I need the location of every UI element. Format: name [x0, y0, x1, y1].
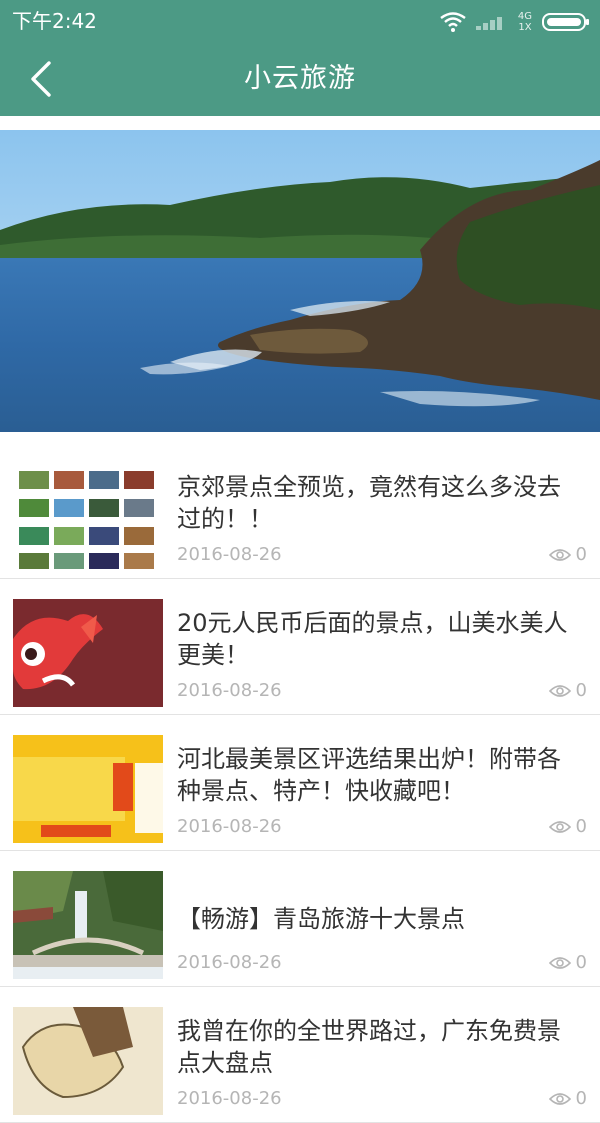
view-count-value: 0 — [575, 544, 587, 565]
view-count: 0 — [548, 952, 587, 973]
eye-icon — [548, 684, 571, 697]
list-item[interactable]: 20元人民币后面的景点，山美水美人更美！ 2016-08-26 0 — [0, 579, 600, 715]
view-count-value: 0 — [575, 1088, 587, 1109]
banner-image[interactable] — [0, 130, 600, 432]
red-logo-image — [13, 614, 103, 690]
signal-icon — [475, 17, 502, 30]
network-indicator: 4G 1X — [518, 11, 532, 33]
article-date: 2016-08-26 — [177, 816, 282, 837]
article-thumbnail — [13, 1007, 163, 1115]
battery-icon — [542, 13, 589, 31]
article-list: 京郊景点全预览，竟然有这么多没去过的！！ 2016-08-26 0 20元人民币… — [0, 443, 600, 1123]
article-thumbnail — [13, 463, 163, 571]
article-date: 2016-08-26 — [177, 1088, 282, 1109]
view-count-value: 0 — [575, 952, 587, 973]
article-thumbnail — [13, 599, 163, 707]
scenic-collage-image — [19, 471, 154, 569]
article-title: 我曾在你的全世界路过，广东免费景点大盘点 — [177, 1017, 561, 1077]
article-title: 京郊景点全预览，竟然有这么多没去过的！！ — [177, 473, 561, 533]
network-type: 4G — [517, 11, 532, 22]
eye-icon — [548, 956, 571, 969]
eye-icon — [548, 548, 571, 561]
list-item[interactable]: 我曾在你的全世界路过，广东免费景点大盘点 2016-08-26 0 — [0, 987, 600, 1123]
view-count: 0 — [548, 1088, 587, 1109]
illustration-image — [13, 1007, 163, 1115]
network-sub: 1X — [518, 22, 532, 33]
article-title: 【畅游】青岛旅游十大景点 — [177, 905, 465, 933]
article-title: 河北最美景区评选结果出炉！附带各种景点、特产！快收藏吧！ — [177, 745, 561, 805]
coastal-landscape-image — [0, 130, 600, 432]
eye-icon — [548, 1092, 571, 1105]
article-thumbnail — [13, 871, 163, 979]
status-bar: 下午2:42 4G 1X — [0, 0, 600, 44]
article-date: 2016-08-26 — [177, 544, 282, 565]
list-item[interactable]: 河北最美景区评选结果出炉！附带各种景点、特产！快收藏吧！ 2016-08-26 … — [0, 715, 600, 851]
status-icons: 4G 1X — [440, 7, 590, 37]
list-item[interactable]: 【畅游】青岛旅游十大景点 2016-08-26 0 — [0, 851, 600, 987]
page-title: 小云旅游 — [244, 63, 356, 94]
view-count: 0 — [548, 680, 587, 701]
wifi-icon — [440, 12, 466, 32]
article-title: 20元人民币后面的景点，山美水美人更美！ — [177, 609, 568, 669]
status-time: 下午2:42 — [12, 9, 97, 33]
view-count: 0 — [548, 544, 587, 565]
article-date: 2016-08-26 — [177, 680, 282, 701]
list-item[interactable]: 京郊景点全预览，竟然有这么多没去过的！！ 2016-08-26 0 — [0, 443, 600, 579]
article-date: 2016-08-26 — [177, 952, 282, 973]
app-bar: 小云旅游 — [0, 44, 600, 116]
view-count: 0 — [548, 816, 587, 837]
article-thumbnail — [13, 735, 163, 843]
view-count-value: 0 — [575, 816, 587, 837]
eye-icon — [548, 820, 571, 833]
waterfall-bridge-image — [13, 871, 163, 979]
view-count-value: 0 — [575, 680, 587, 701]
expo-poster-image — [13, 735, 163, 843]
